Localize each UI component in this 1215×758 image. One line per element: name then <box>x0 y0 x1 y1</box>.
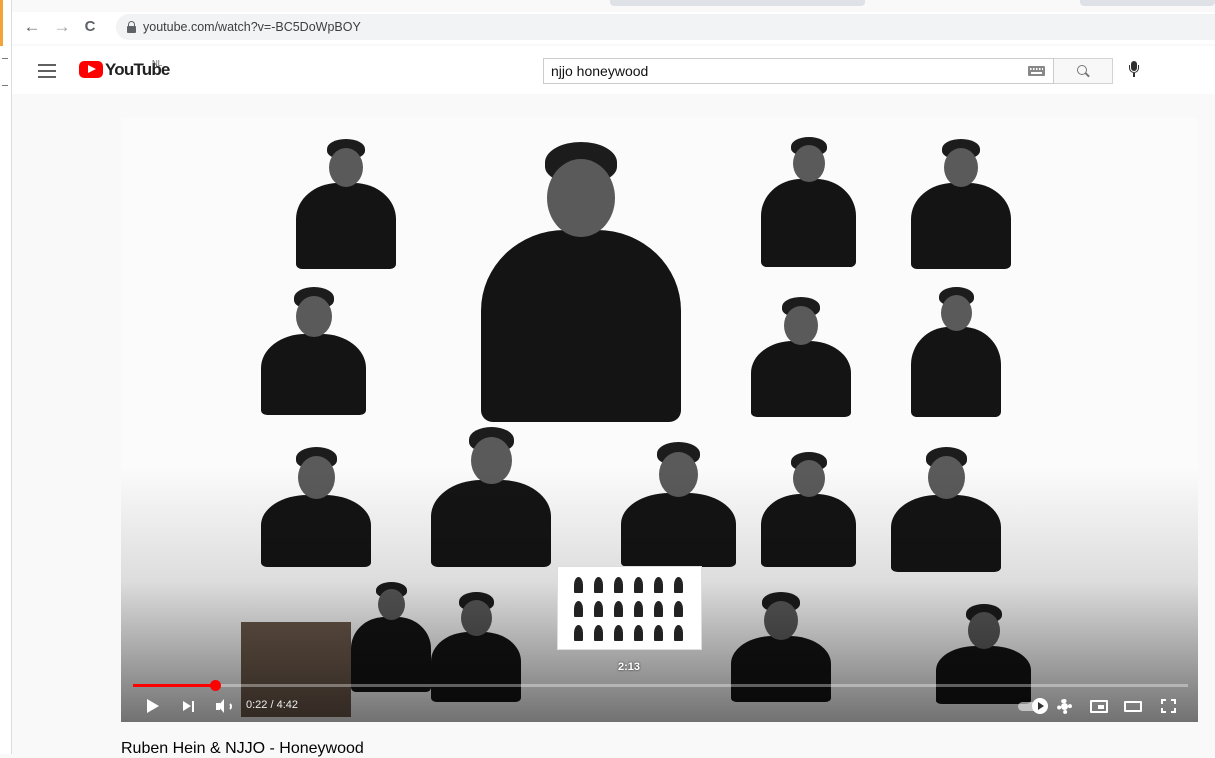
youtube-masthead: YouTube NL <box>12 46 1215 94</box>
microphone-icon[interactable] <box>1129 61 1139 79</box>
video-title: Ruben Hein & NJJO - Honeywood <box>121 740 364 757</box>
thumbnail-figure <box>654 601 663 617</box>
preview-timestamp: 2:13 <box>617 661 641 673</box>
thumbnail-figure <box>614 625 623 641</box>
search-box <box>543 58 1054 84</box>
url-text[interactable]: youtube.com/watch?v=-BC5DoWpBOY <box>143 14 361 40</box>
musician-figure <box>911 287 1001 417</box>
musician-figure <box>296 139 396 269</box>
country-code: NL <box>152 59 163 68</box>
lock-icon[interactable] <box>127 21 136 33</box>
reload-icon[interactable]: C <box>80 14 100 40</box>
fullscreen-icon[interactable] <box>1161 699 1176 713</box>
search-button[interactable] <box>1054 58 1113 84</box>
thumbnail-figure <box>574 601 583 617</box>
youtube-play-logo-icon <box>79 61 103 78</box>
back-arrow-icon[interactable]: ← <box>22 14 42 40</box>
browser-tab[interactable] <box>610 0 865 6</box>
search-icon <box>1077 65 1087 75</box>
browser-tab[interactable] <box>1080 0 1215 6</box>
forward-arrow-icon[interactable]: → <box>52 14 72 40</box>
thumbnail-figure <box>674 601 683 617</box>
time-display: 0:22 / 4:42 <box>246 699 298 711</box>
thumbnail-figure <box>634 601 643 617</box>
thumbnail-figure <box>674 625 683 641</box>
musician-figure <box>751 297 851 417</box>
window-edge-tick <box>2 85 8 86</box>
browser-toolbar: ← → C youtube.com/watch?v=-BC5DoWpBOY <box>12 12 1215 44</box>
miniplayer-icon[interactable] <box>1090 700 1108 713</box>
preview-thumbnail <box>558 567 701 649</box>
thumbnail-figure <box>594 601 603 617</box>
theater-mode-icon[interactable] <box>1124 701 1142 712</box>
thumbnail-figure <box>614 601 623 617</box>
musician-figure <box>481 142 681 422</box>
autoplay-toggle[interactable] <box>1018 698 1048 714</box>
hamburger-menu-icon[interactable] <box>38 64 56 78</box>
thumbnail-figure <box>574 577 583 593</box>
thumbnail-figure <box>634 577 643 593</box>
window-edge-tick <box>2 58 8 59</box>
video-player[interactable]: 2:13 0:22 / 4:42 <box>121 117 1198 722</box>
thumbnail-figure <box>594 625 603 641</box>
player-controls: 0:22 / 4:42 <box>121 691 1198 722</box>
keyboard-icon[interactable] <box>1028 66 1045 76</box>
thumbnail-figure <box>614 577 623 593</box>
thumbnail-figure <box>674 577 683 593</box>
musician-figure <box>911 139 1011 269</box>
thumbnail-figure <box>654 625 663 641</box>
next-video-icon[interactable] <box>183 701 195 712</box>
musician-figure <box>761 137 856 267</box>
progress-bar[interactable] <box>133 680 1188 691</box>
thumbnail-figure <box>574 625 583 641</box>
progress-played <box>133 684 216 687</box>
play-icon[interactable] <box>147 699 159 713</box>
settings-gear-icon[interactable] <box>1057 699 1072 714</box>
search-input[interactable] <box>544 59 1053 83</box>
thumbnail-figure <box>594 577 603 593</box>
window-edge-accent <box>0 0 3 46</box>
thumbnail-figure <box>634 625 643 641</box>
volume-icon[interactable] <box>216 699 234 714</box>
musician-figure <box>261 287 366 415</box>
window-edge <box>0 0 12 754</box>
thumbnail-figure <box>654 577 663 593</box>
address-bar[interactable]: youtube.com/watch?v=-BC5DoWpBOY <box>116 14 1215 40</box>
